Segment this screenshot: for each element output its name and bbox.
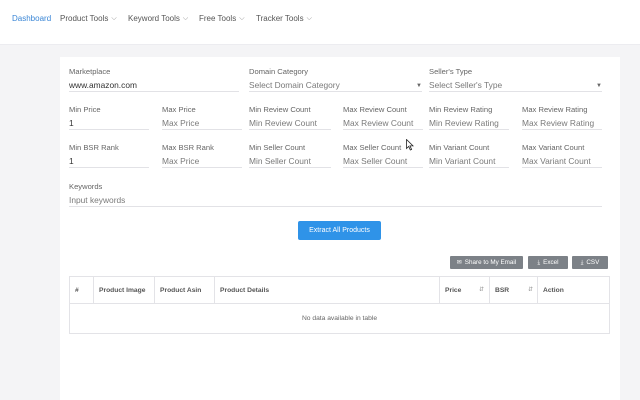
marketplace-select[interactable]: www.amazon.com — [69, 79, 239, 92]
min-variant-count-input[interactable]: Min Variant Count — [429, 155, 509, 168]
max-price-label: Max Price — [162, 105, 196, 114]
seller-type-select[interactable]: Select Seller's Type ▼ — [429, 79, 602, 92]
excel-button[interactable]: ⤓ Excel — [528, 256, 568, 269]
min-bsr-rank-input[interactable]: 1 — [69, 155, 149, 168]
min-review-count-label: Min Review Count — [249, 105, 311, 114]
chevron-down-icon: ⌵ — [111, 15, 117, 22]
max-review-count-field: Max Review Count Max Review Count — [343, 105, 423, 130]
sort-icon: ⇵ — [527, 287, 533, 293]
empty-table-message: No data available in table — [301, 315, 378, 322]
download-icon: ⤓ — [537, 260, 541, 266]
max-review-count-input[interactable]: Max Review Count — [343, 117, 423, 130]
domain-category-placeholder: Select Domain Category — [249, 79, 422, 92]
min-price-field: Min Price 1 — [69, 105, 149, 130]
seller-type-field: Seller's Type Select Seller's Type ▼ — [429, 67, 602, 92]
nav-tracker-tools-label: Tracker Tools — [256, 14, 304, 23]
csv-button[interactable]: ⤓ CSV — [572, 256, 608, 269]
marketplace-field: Marketplace www.amazon.com — [69, 67, 239, 92]
download-icon: ⤓ — [580, 260, 584, 266]
max-review-rating-input[interactable]: Max Review Rating — [522, 117, 602, 130]
top-navigation: Dashboard Product Tools ⌵ Keyword Tools ⌵ … — [0, 0, 640, 45]
max-variant-count-label: Max Variant Count — [522, 143, 585, 152]
nav-free-tools[interactable]: Free Tools ⌵ — [199, 14, 245, 24]
max-review-count-label: Max Review Count — [343, 105, 407, 114]
column-header-action[interactable]: Action — [537, 277, 609, 304]
column-header-product-image[interactable]: Product Image — [93, 277, 154, 304]
column-header-index[interactable]: # — [70, 277, 94, 304]
domain-category-field: Domain Category Select Domain Category ▼ — [249, 67, 422, 92]
min-review-count-field: Min Review Count Min Review Count — [249, 105, 331, 130]
column-label: # — [75, 287, 79, 294]
keywords-field: Keywords Input keywords — [69, 182, 602, 207]
chevron-down-icon: ⌵ — [306, 15, 312, 22]
nav-dashboard-label: Dashboard — [12, 14, 52, 23]
max-variant-count-input[interactable]: Max Variant Count — [522, 155, 602, 168]
min-seller-count-field: Min Seller Count Min Seller Count — [249, 143, 331, 168]
min-seller-count-label: Min Seller Count — [249, 143, 306, 152]
table-header: # Product Image Product Asin Product Det… — [70, 277, 609, 304]
column-label: BSR — [495, 287, 510, 294]
max-price-input[interactable]: Max Price — [162, 117, 242, 130]
seller-type-placeholder: Select Seller's Type — [429, 79, 602, 92]
share-to-email-button[interactable]: ✉ Share to My Email — [450, 256, 523, 269]
nav-product-tools[interactable]: Product Tools ⌵ — [60, 14, 117, 24]
nav-keyword-tools-label: Keyword Tools — [128, 14, 180, 23]
excel-label: Excel — [543, 259, 559, 266]
mouse-pointer-icon — [406, 139, 414, 151]
column-label: Price — [445, 287, 462, 294]
min-price-input[interactable]: 1 — [69, 117, 149, 130]
max-bsr-rank-field: Max BSR Rank Max Price — [162, 143, 242, 168]
chevron-down-icon: ⌵ — [182, 15, 189, 22]
max-review-rating-field: Max Review Rating Max Review Rating — [522, 105, 602, 130]
min-bsr-rank-field: Min BSR Rank 1 — [69, 143, 149, 168]
column-label: Product Details — [220, 287, 270, 294]
column-header-bsr[interactable]: BSR ⇵ — [489, 277, 538, 304]
min-review-rating-field: Min Review Rating Min Review Rating — [429, 105, 509, 130]
products-table: # Product Image Product Asin Product Det… — [69, 276, 610, 334]
column-header-price[interactable]: Price ⇵ — [439, 277, 489, 304]
max-review-rating-label: Max Review Rating — [522, 105, 588, 114]
max-bsr-rank-label: Max BSR Rank — [162, 143, 214, 152]
column-label: Product Image — [99, 287, 146, 294]
keywords-input[interactable]: Input keywords — [69, 194, 602, 207]
chevron-down-icon: ▼ — [596, 83, 602, 89]
csv-label: CSV — [586, 259, 600, 266]
nav-tracker-tools[interactable]: Tracker Tools ⌵ — [256, 14, 312, 24]
nav-free-tools-label: Free Tools — [199, 14, 237, 23]
share-to-email-label: Share to My Email — [464, 259, 517, 266]
min-variant-count-field: Min Variant Count Min Variant Count — [429, 143, 509, 168]
min-review-rating-label: Min Review Rating — [429, 105, 493, 114]
max-bsr-rank-input[interactable]: Max Price — [162, 155, 242, 168]
column-label: Product Asin — [160, 287, 202, 294]
min-variant-count-label: Min Variant Count — [429, 143, 490, 152]
max-price-field: Max Price Max Price — [162, 105, 242, 130]
marketplace-label: Marketplace — [69, 67, 111, 76]
column-label: Action — [543, 287, 564, 294]
domain-category-label: Domain Category — [249, 67, 309, 76]
keywords-label: Keywords — [69, 182, 103, 191]
chevron-down-icon: ⌵ — [239, 15, 245, 22]
max-seller-count-input[interactable]: Max Seller Count — [343, 155, 423, 168]
column-header-product-asin[interactable]: Product Asin — [154, 277, 215, 304]
min-seller-count-input[interactable]: Min Seller Count — [249, 155, 331, 168]
nav-product-tools-label: Product Tools — [60, 14, 109, 23]
min-price-label: Min Price — [69, 105, 101, 114]
max-variant-count-field: Max Variant Count Max Variant Count — [522, 143, 602, 168]
chevron-down-icon: ▼ — [416, 83, 422, 89]
min-review-count-input[interactable]: Min Review Count — [249, 117, 331, 130]
sort-icon: ⇵ — [478, 287, 484, 293]
domain-category-select[interactable]: Select Domain Category ▼ — [249, 79, 422, 92]
min-review-rating-input[interactable]: Min Review Rating — [429, 117, 509, 130]
min-bsr-rank-label: Min BSR Rank — [69, 143, 119, 152]
envelope-icon: ✉ — [456, 260, 462, 266]
seller-type-label: Seller's Type — [429, 67, 473, 76]
nav-dashboard[interactable]: Dashboard — [12, 14, 51, 23]
nav-keyword-tools[interactable]: Keyword Tools ⌵ — [128, 14, 188, 24]
extract-all-products-button[interactable]: Extract All Products — [298, 221, 381, 240]
